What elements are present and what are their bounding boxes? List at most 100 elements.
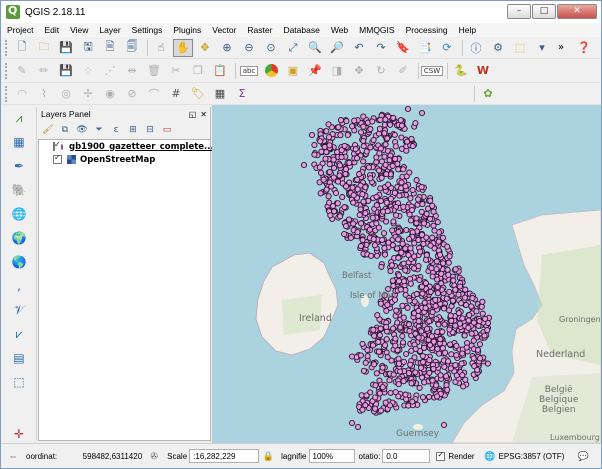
add-spatialite-layer-icon[interactable]: ✒: [8, 155, 30, 177]
new-spatialite-icon[interactable]: ▤: [8, 347, 30, 369]
simplify-feature-icon[interactable]: ⌇: [34, 85, 54, 103]
plugin-manager-icon[interactable]: ✿: [478, 85, 498, 103]
magnifier-spinbox[interactable]: 100%: [308, 449, 355, 463]
map-canvas[interactable]: Belfast Isle of Man Ireland Nederland Gr…: [212, 105, 601, 443]
pan-map-icon[interactable]: ✋: [173, 38, 193, 57]
minimize-button[interactable]: –: [507, 4, 531, 19]
close-panel-button[interactable]: ✕: [200, 110, 207, 119]
refresh-icon[interactable]: ⟳: [437, 39, 457, 57]
run-feature-action-icon[interactable]: ⚙: [488, 39, 508, 57]
show-bookmarks-icon[interactable]: 📑: [415, 39, 435, 57]
paste-features-icon[interactable]: 📋: [210, 62, 230, 80]
tag-tool-icon[interactable]: 🏷: [188, 85, 208, 103]
save-as-icon[interactable]: 🖫: [78, 39, 98, 57]
menu-edit[interactable]: Edit: [44, 25, 59, 35]
delete-ring-icon[interactable]: ⊘: [122, 85, 142, 103]
pin-labels-icon[interactable]: 📌: [305, 62, 325, 80]
manage-visibility-icon[interactable]: 👁: [75, 123, 89, 137]
csw-icon[interactable]: CSW: [420, 62, 444, 80]
add-group-icon[interactable]: ⧉: [58, 123, 72, 137]
filter-expression-icon[interactable]: ε: [109, 123, 123, 137]
layer-row-openstreetmap[interactable]: OpenStreetMap: [39, 153, 210, 166]
select-features-icon[interactable]: ⬚: [510, 39, 530, 57]
layer-visibility-checkbox[interactable]: [53, 153, 62, 164]
new-project-icon[interactable]: 🗋: [12, 39, 32, 57]
layer-name[interactable]: gb1900_gazetteer_complete...: [69, 142, 214, 152]
touch-zoom-icon[interactable]: ☝: [151, 39, 171, 57]
menu-mmqgis[interactable]: MMQGIS: [359, 25, 394, 35]
messages-toggle-icon[interactable]: ⇔: [6, 449, 20, 463]
collapse-all-icon[interactable]: ⊟: [143, 123, 157, 137]
menu-project[interactable]: Project: [7, 25, 33, 35]
add-raster-layer-icon[interactable]: ▦: [8, 131, 30, 153]
menu-vector[interactable]: Vector: [212, 25, 236, 35]
add-virtual-layer-icon[interactable]: 𝒱: [8, 299, 30, 321]
toggle-editing-icon[interactable]: ✏: [34, 62, 54, 80]
toolbar-grip[interactable]: [5, 39, 9, 56]
toolbar-grip[interactable]: [5, 85, 9, 102]
add-wfs-layer-icon[interactable]: 🌎: [8, 251, 30, 273]
current-edits-icon[interactable]: ✎: [12, 62, 32, 80]
delete-selected-icon[interactable]: 🗑: [144, 62, 164, 80]
menu-layer[interactable]: Layer: [99, 25, 120, 35]
zoom-in-icon[interactable]: ⊕: [217, 39, 237, 57]
digitize-point-icon[interactable]: ✛: [8, 423, 30, 445]
maximize-button[interactable]: □: [532, 4, 556, 19]
zoom-last-icon[interactable]: ↶: [349, 39, 369, 57]
menu-help[interactable]: Help: [459, 25, 476, 35]
show-hide-labels-icon[interactable]: ◨: [327, 62, 347, 80]
pan-to-selection-icon[interactable]: ✥: [195, 39, 215, 57]
copy-features-icon[interactable]: ❐: [188, 62, 208, 80]
zoom-out-icon[interactable]: ⊖: [239, 39, 259, 57]
zoom-next-icon[interactable]: ↷: [371, 39, 391, 57]
change-label-icon[interactable]: ✐: [393, 62, 413, 80]
move-feature-icon[interactable]: ⇹: [122, 62, 142, 80]
coordinate-field[interactable]: 598482,6311420: [59, 449, 145, 463]
new-shapefile-icon[interactable]: ⩗: [8, 323, 30, 345]
filter-legend-icon[interactable]: ⏷: [92, 123, 106, 137]
move-label-icon[interactable]: ✥: [349, 62, 369, 80]
menu-web[interactable]: Web: [331, 25, 348, 35]
composer-manager-icon[interactable]: 🗐: [122, 39, 142, 57]
layer-diagram-icon[interactable]: [261, 62, 281, 80]
menu-view[interactable]: View: [70, 25, 88, 35]
save-project-icon[interactable]: 💾: [56, 39, 76, 57]
highlight-pinned-icon[interactable]: ▣: [283, 62, 303, 80]
zoom-to-layer-icon[interactable]: 🔎: [327, 39, 347, 57]
add-delimited-text-icon[interactable]: ,: [8, 275, 30, 297]
toolbar-grip[interactable]: [5, 62, 9, 79]
menu-database[interactable]: Database: [283, 25, 319, 35]
messages-icon[interactable]: 💬: [576, 449, 590, 463]
mouse-extent-icon[interactable]: ✇: [147, 449, 161, 463]
grid-tool-icon[interactable]: #: [166, 85, 186, 103]
label-tool-icon[interactable]: abc: [239, 62, 259, 80]
zoom-to-selection-icon[interactable]: 🔍: [305, 39, 325, 57]
expand-all-icon[interactable]: ⊞: [126, 123, 140, 137]
add-postgis-layer-icon[interactable]: 🐘: [8, 179, 30, 201]
new-print-composer-icon[interactable]: 🗎: [100, 39, 120, 57]
deselect-features-icon[interactable]: ▾: [532, 39, 552, 57]
layer-styling-icon[interactable]: 🖌: [41, 123, 55, 137]
statistics-icon[interactable]: Σ: [232, 85, 252, 103]
add-wms-layer-icon[interactable]: 🌐: [8, 203, 30, 225]
zoom-full-icon[interactable]: ⤢: [283, 39, 303, 57]
add-ring-icon[interactable]: ◎: [56, 85, 76, 103]
menu-raster[interactable]: Raster: [247, 25, 272, 35]
python-console-icon[interactable]: 🐍: [451, 62, 471, 80]
layer-visibility-checkbox[interactable]: [53, 140, 61, 151]
scale-combobox[interactable]: :16,282,229: [189, 449, 260, 463]
render-checkbox[interactable]: [436, 450, 446, 461]
fill-ring-icon[interactable]: ◉: [100, 85, 120, 103]
open-project-icon[interactable]: 🗀: [34, 39, 54, 57]
float-panel-button[interactable]: ◱: [189, 110, 197, 119]
add-feature-icon[interactable]: ⁘: [78, 62, 98, 80]
rotation-spinbox[interactable]: 0.0: [382, 449, 431, 463]
add-circular-string-icon[interactable]: ◠: [12, 85, 32, 103]
help-icon[interactable]: ❓: [574, 39, 594, 57]
new-temp-layer-icon[interactable]: ⬚: [8, 371, 30, 393]
identify-features-icon[interactable]: ⓘ: [466, 39, 486, 57]
cut-features-icon[interactable]: ✂: [166, 62, 186, 80]
add-wcs-layer-icon[interactable]: 🌍: [8, 227, 30, 249]
layer-name[interactable]: OpenStreetMap: [80, 155, 155, 165]
lock-scale-icon[interactable]: 🔒: [261, 449, 275, 463]
